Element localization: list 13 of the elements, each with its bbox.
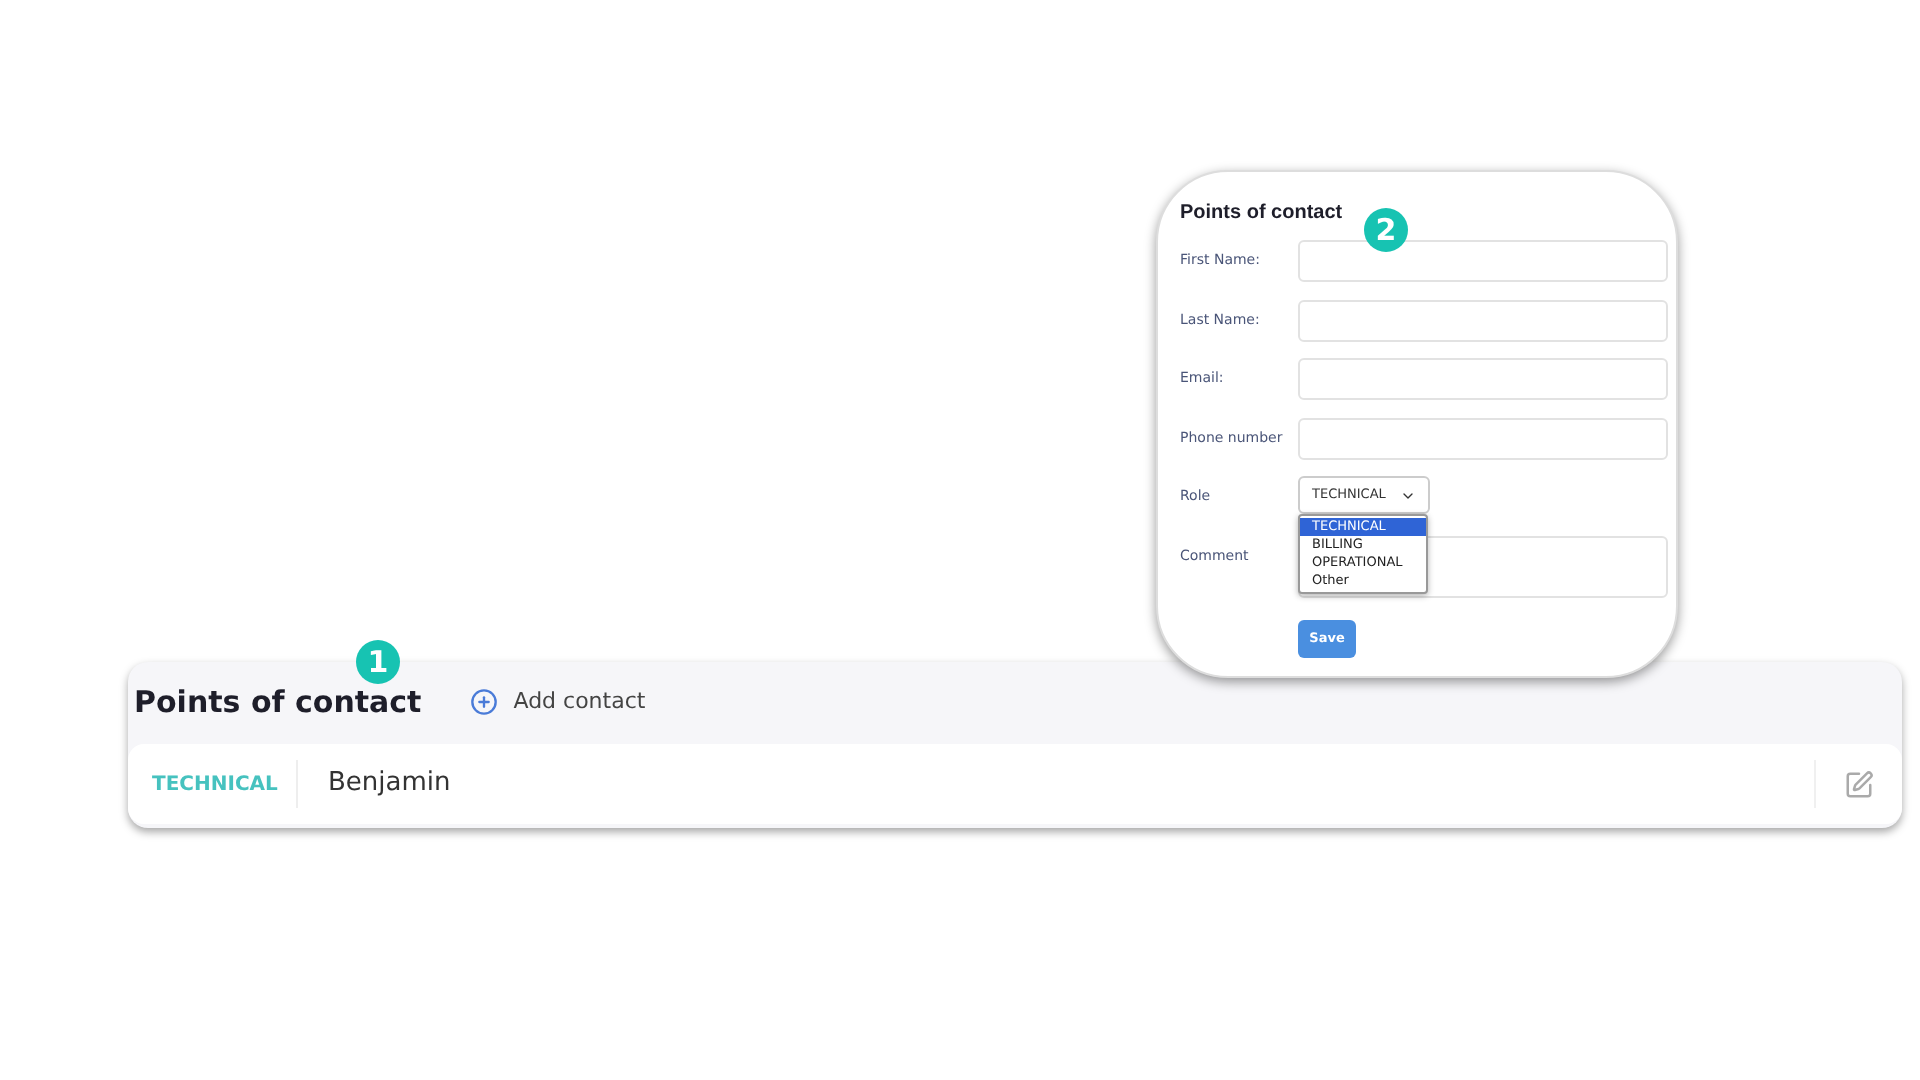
edit-icon[interactable] [1844, 769, 1874, 799]
contact-name: Benjamin [326, 766, 453, 803]
form-title: Points of contact [1180, 200, 1343, 228]
add-contact-button[interactable]: Add contact [469, 685, 646, 719]
input-field[interactable] [1297, 299, 1668, 341]
input-field[interactable] [1297, 417, 1668, 459]
section-title: Points of contact [134, 681, 422, 724]
contact-row[interactable]: TECHNICAL Benjamin [128, 744, 1902, 824]
role-label: TECHNICAL [150, 771, 280, 799]
input-field[interactable] [1297, 358, 1668, 400]
input-field[interactable] [1297, 240, 1668, 282]
plus-icon [469, 688, 498, 716]
step-badge: 1 [356, 640, 400, 684]
